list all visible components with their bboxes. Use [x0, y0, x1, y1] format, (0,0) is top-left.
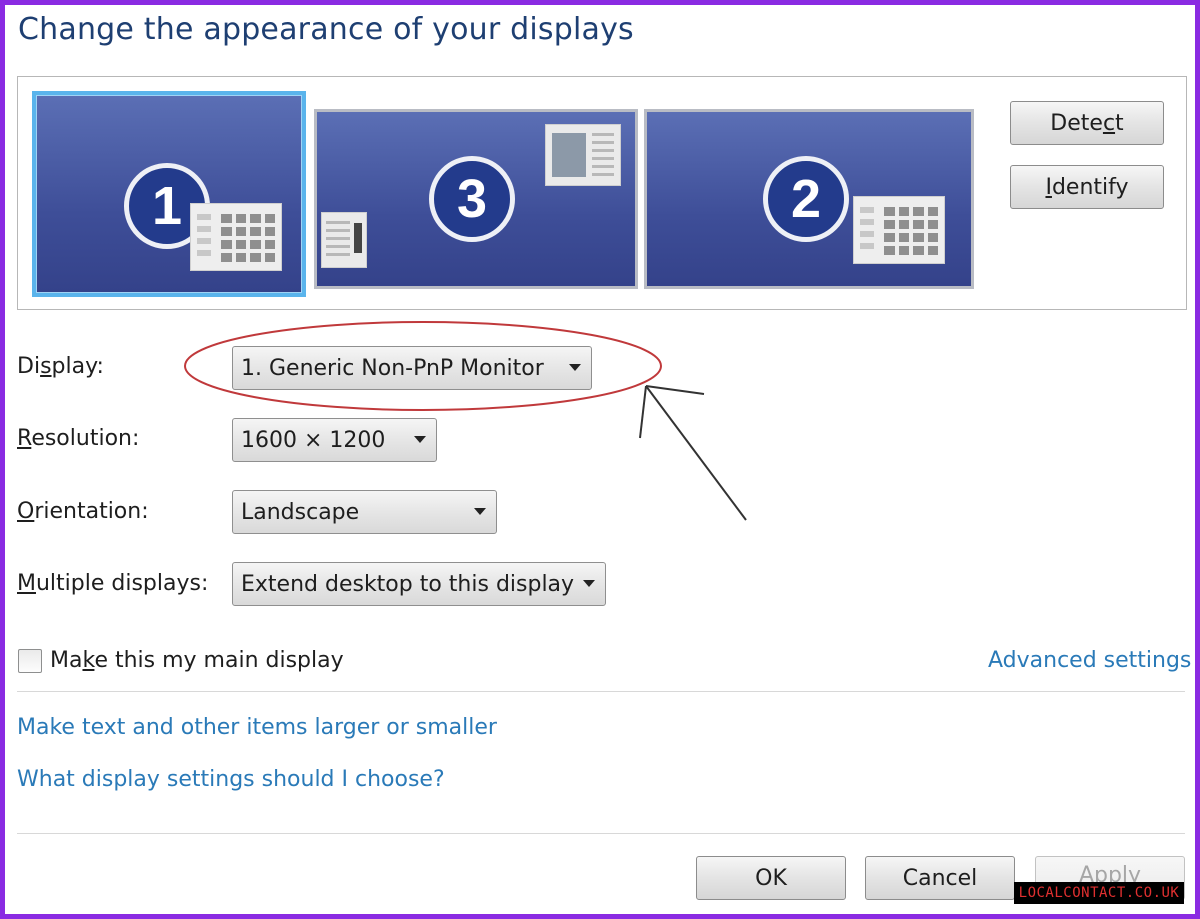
- monitor-1[interactable]: 1: [32, 91, 306, 297]
- monitor-window-graphic: [545, 124, 621, 186]
- detect-button[interactable]: Dete c t: [1010, 101, 1164, 145]
- monitor-number-badge: 3: [429, 156, 515, 242]
- orientation-select-value: Landscape: [241, 499, 360, 525]
- monitor-window-graphic: [321, 212, 367, 268]
- monitor-keypad-graphic: [853, 196, 945, 264]
- display-select[interactable]: 1. Generic Non-PnP Monitor: [232, 346, 592, 390]
- main-display-label[interactable]: Make this my main display: [50, 648, 344, 673]
- advanced-settings-link[interactable]: Advanced settings: [988, 648, 1191, 673]
- orientation-select[interactable]: Landscape: [232, 490, 497, 534]
- resolution-select[interactable]: 1600 × 1200: [232, 418, 437, 462]
- monitor-number-badge: 2: [763, 156, 849, 242]
- resolution-label: Resolution:: [17, 426, 140, 451]
- monitor-keypad-graphic: [190, 203, 282, 271]
- help-link[interactable]: What display settings should I choose?: [17, 767, 445, 792]
- page-title: Change the appearance of your displays: [18, 12, 634, 47]
- display-label: Display:: [17, 354, 104, 379]
- text-size-link[interactable]: Make text and other items larger or smal…: [17, 715, 497, 740]
- main-display-checkbox[interactable]: [18, 649, 42, 673]
- chevron-down-icon: [474, 508, 486, 515]
- identify-button[interactable]: Identify: [1010, 165, 1164, 209]
- ok-button[interactable]: OK: [696, 856, 846, 900]
- watermark: LOCALCONTACT.CO.UK: [1014, 882, 1184, 904]
- monitor-2[interactable]: 2: [644, 109, 974, 289]
- resolution-select-value: 1600 × 1200: [241, 427, 386, 453]
- divider: [17, 691, 1185, 692]
- chevron-down-icon: [583, 580, 595, 587]
- orientation-label: Orientation:: [17, 499, 149, 524]
- monitor-preview-panel: 1 3 2 Dete c t I dentify: [17, 76, 1187, 310]
- chevron-down-icon: [414, 436, 426, 443]
- chevron-down-icon: [569, 364, 581, 371]
- cancel-button[interactable]: Cancel: [865, 856, 1015, 900]
- divider: [17, 833, 1185, 834]
- multiple-displays-select-value: Extend desktop to this display: [241, 571, 575, 597]
- multiple-displays-label: Multiple displays:: [17, 571, 209, 596]
- display-select-value: 1. Generic Non-PnP Monitor: [241, 355, 544, 381]
- multiple-displays-select[interactable]: Extend desktop to this display: [232, 562, 606, 606]
- monitor-3[interactable]: 3: [314, 109, 638, 289]
